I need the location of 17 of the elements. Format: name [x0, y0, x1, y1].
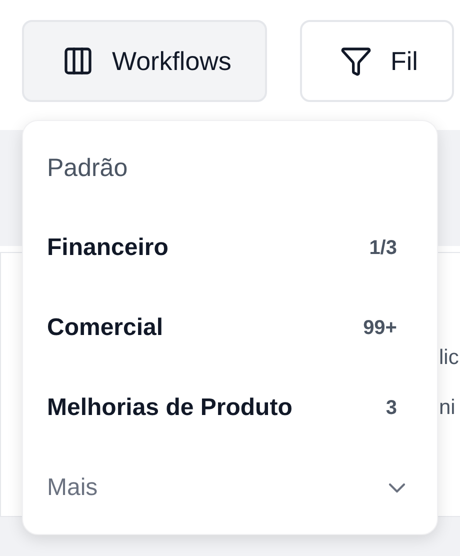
menu-item-label: Financeiro: [47, 233, 168, 263]
item-count: 3: [386, 396, 397, 421]
menu-header: Padrão: [47, 153, 128, 184]
columns-icon: [62, 45, 94, 77]
text-line: lic: [439, 345, 459, 371]
item-count: 99+: [363, 316, 397, 341]
filter-icon: [340, 45, 372, 77]
menu-item-label: Comercial: [47, 313, 164, 343]
menu-item[interactable]: Melhorias de Produto 3: [47, 391, 413, 425]
menu-item-label: Melhorias de Produto: [47, 393, 292, 423]
menu-item[interactable]: Comercial 99+: [47, 311, 413, 345]
menu-item[interactable]: Financeiro 1/3: [47, 231, 413, 265]
item-count: 1/3: [369, 236, 397, 261]
more-button[interactable]: Mais: [47, 471, 413, 505]
toolbar-button[interactable]: Fil: [300, 20, 454, 102]
toolbar-button[interactable]: Workflows: [22, 20, 268, 102]
text-line: ni: [439, 395, 456, 421]
